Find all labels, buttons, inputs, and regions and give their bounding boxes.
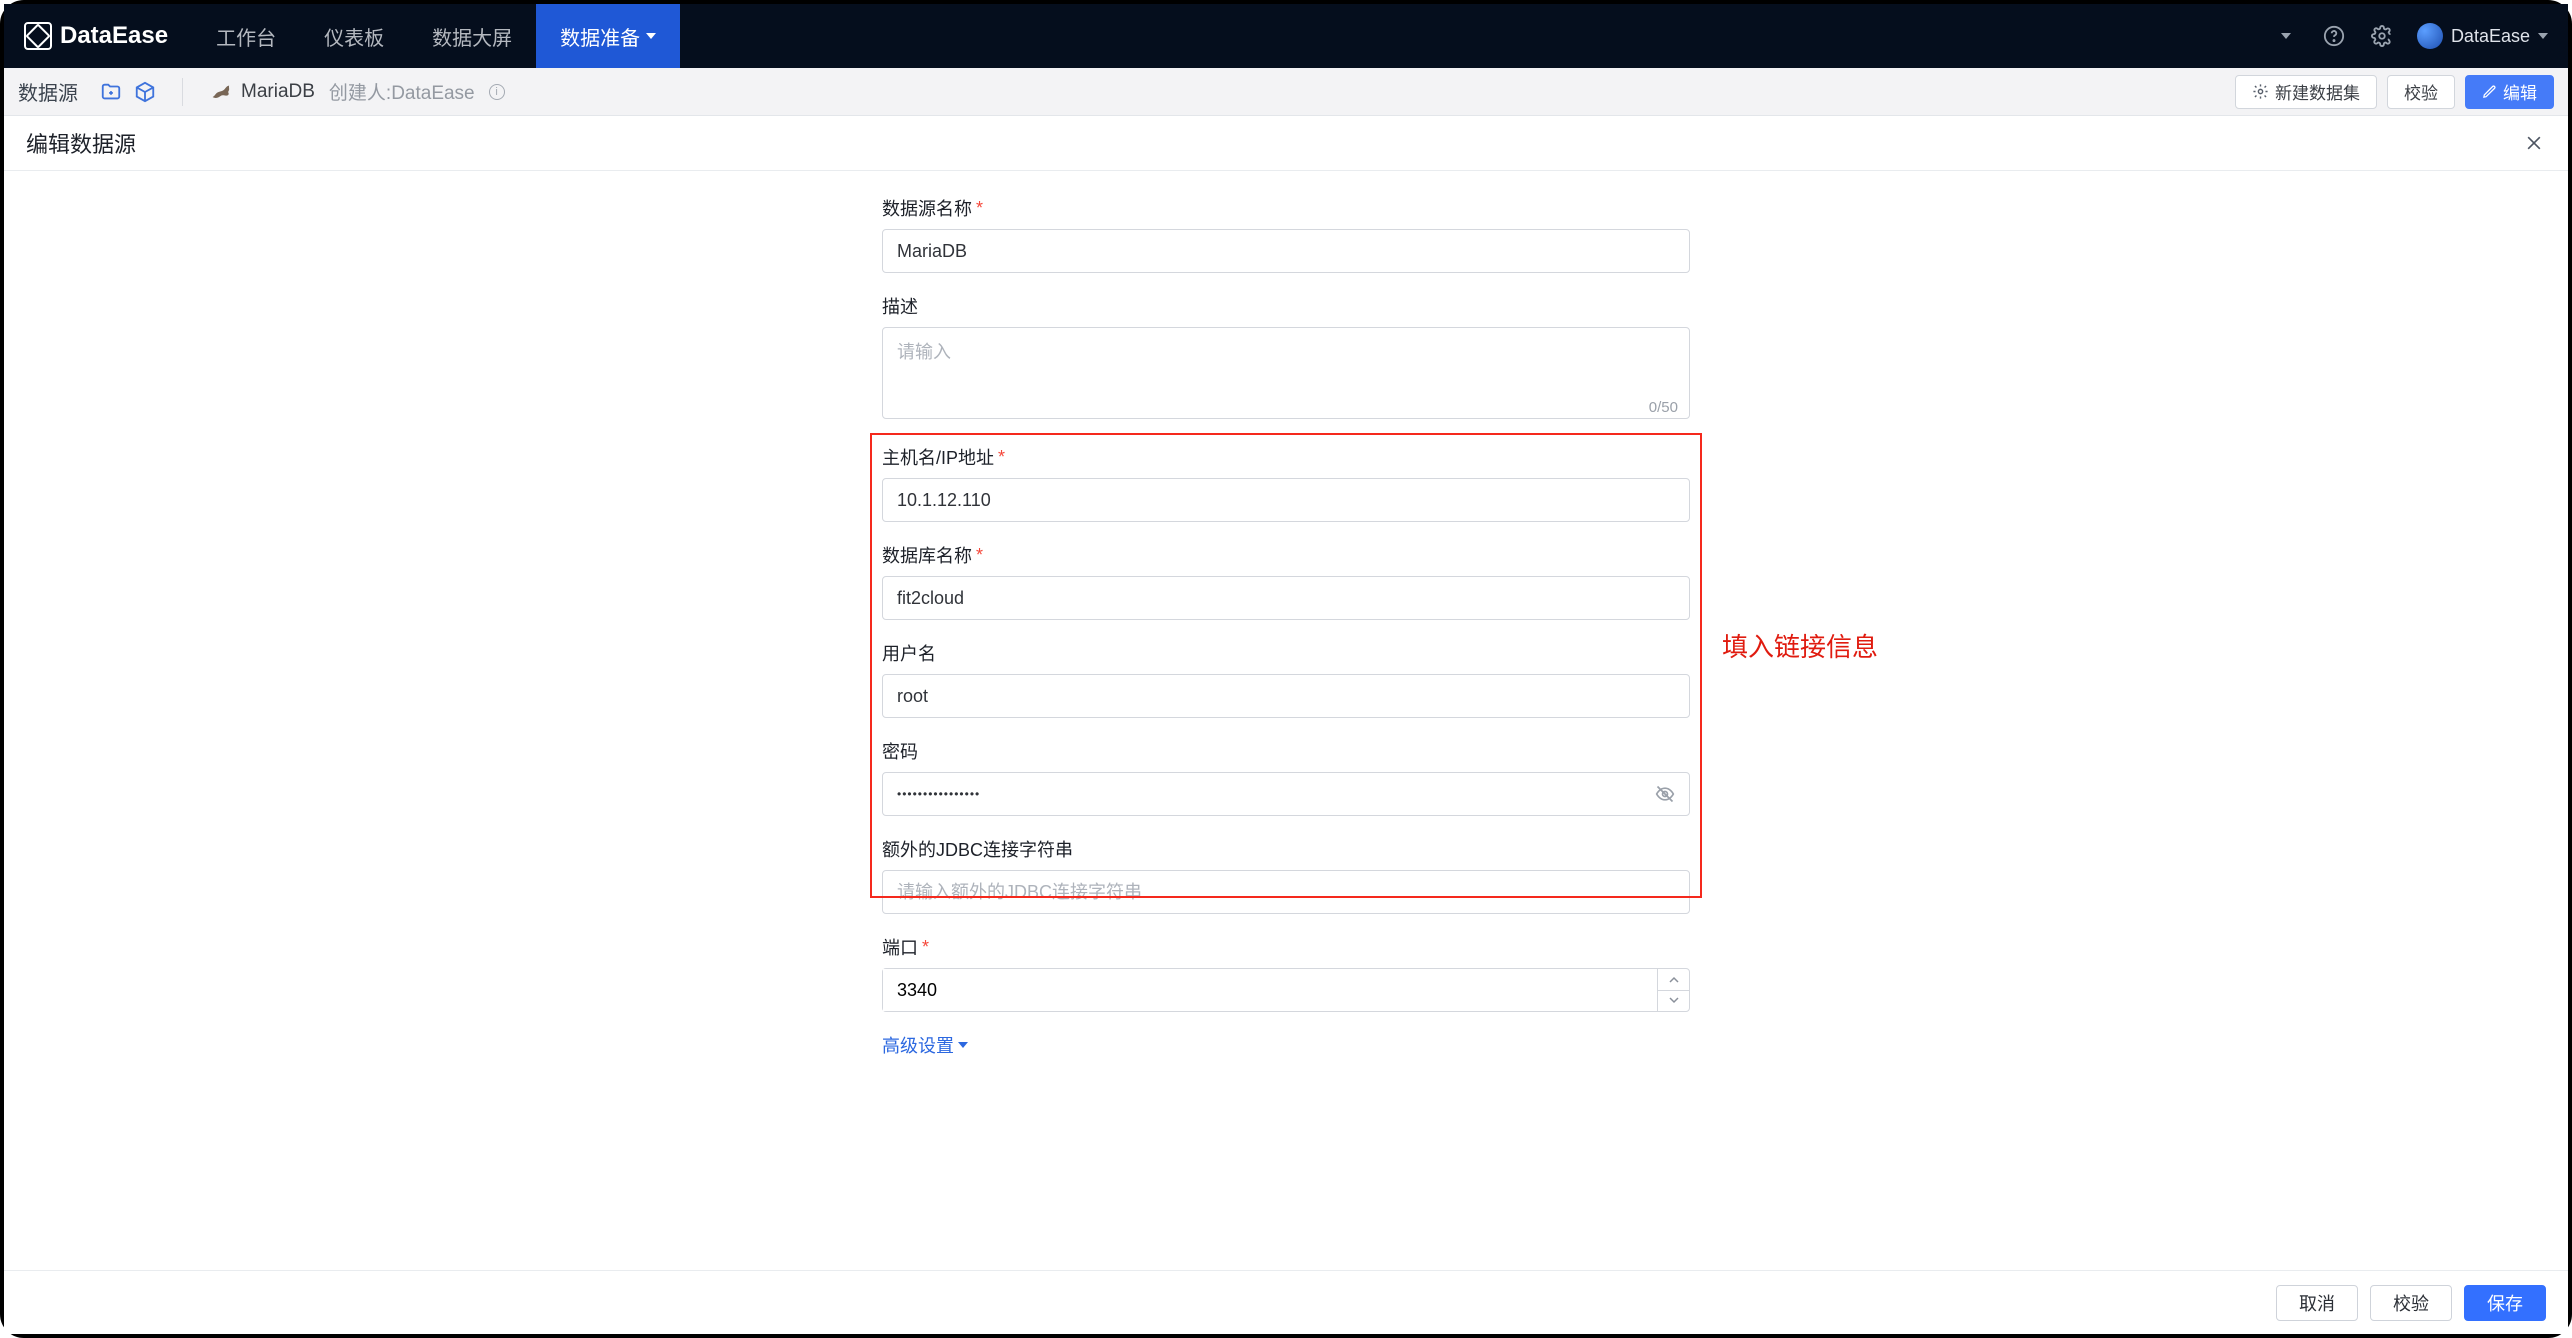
number-spinner <box>1657 969 1689 1011</box>
field-ds-name: 数据源名称* <box>882 195 1690 273</box>
mariadb-icon <box>209 81 231 103</box>
new-dataset-button[interactable]: 新建数据集 <box>2235 75 2377 109</box>
desc-textarea[interactable] <box>882 327 1690 419</box>
nav-data-prep[interactable]: 数据准备 <box>536 4 680 68</box>
help-icon <box>2323 25 2345 47</box>
required-mark: * <box>922 937 929 958</box>
form-container: 数据源名称* 描述 0/50 主机名/IP地址* 数据库名称* 用户名 密码 •… <box>882 195 1690 1058</box>
toggle-password-visibility[interactable] <box>1655 784 1675 804</box>
spinner-up[interactable] <box>1658 969 1689 991</box>
pencil-icon <box>2482 84 2497 99</box>
annotation-text: 填入链接信息 <box>1722 627 1878 664</box>
navbar-right: DataEase <box>2273 23 2548 49</box>
gear-icon <box>2371 25 2393 47</box>
close-icon <box>2524 133 2544 153</box>
sub-header: 数据源 MariaDB 创建人:DataEase i 新建数据集 校验 编辑 <box>4 68 2568 116</box>
ds-name-label: 数据源名称 <box>882 195 972 221</box>
pwd-mask: •••••••••••••••• <box>897 787 980 801</box>
required-mark: * <box>976 545 983 566</box>
edit-button-top[interactable]: 编辑 <box>2465 75 2554 109</box>
advanced-settings-link[interactable]: 高级设置 <box>882 1032 968 1058</box>
modal-header: 编辑数据源 <box>4 116 2568 171</box>
breadcrumb: MariaDB 创建人:DataEase i <box>209 78 505 105</box>
modal-footer: 取消 校验 保存 <box>4 1270 2568 1334</box>
field-username: 用户名 <box>882 640 1690 718</box>
section-title: 数据源 <box>18 77 88 106</box>
port-input[interactable] <box>883 969 1657 1011</box>
user-menu[interactable]: DataEase <box>2417 23 2548 49</box>
modal-body: 数据源名称* 描述 0/50 主机名/IP地址* 数据库名称* 用户名 密码 •… <box>4 171 2568 1270</box>
navbar-left: DataEase 工作台 仪表板 数据大屏 数据准备 <box>24 4 680 68</box>
eye-off-icon <box>1655 784 1675 804</box>
save-button[interactable]: 保存 <box>2464 1285 2546 1321</box>
logo-icon <box>24 22 52 50</box>
top-navbar: DataEase 工作台 仪表板 数据大屏 数据准备 DataEase <box>4 4 2568 68</box>
user-name: DataEase <box>2451 26 2530 47</box>
nav-dropdown-caret[interactable] <box>2273 23 2299 49</box>
field-description: 描述 0/50 <box>882 293 1690 424</box>
add-folder-button[interactable] <box>100 81 122 103</box>
cancel-button[interactable]: 取消 <box>2276 1285 2358 1321</box>
chevron-up-icon <box>1669 976 1679 983</box>
db-name-label: 数据库名称 <box>882 542 972 568</box>
nav-dashboard[interactable]: 仪表板 <box>300 4 408 68</box>
port-label: 端口 <box>882 934 918 960</box>
desc-label: 描述 <box>882 293 918 319</box>
field-password: 密码 •••••••••••••••• <box>882 738 1690 816</box>
jdbc-input[interactable] <box>882 870 1690 914</box>
field-host: 主机名/IP地址* <box>882 444 1690 522</box>
field-jdbc: 额外的JDBC连接字符串 <box>882 836 1690 914</box>
add-cube-button[interactable] <box>134 81 156 103</box>
breadcrumb-ds-name: MariaDB <box>241 81 315 103</box>
chevron-down-icon <box>2281 33 2291 39</box>
info-icon[interactable]: i <box>489 84 505 100</box>
field-port: 端口* <box>882 934 1690 1012</box>
host-label: 主机名/IP地址 <box>882 444 994 470</box>
required-mark: * <box>998 447 1005 468</box>
modal-title: 编辑数据源 <box>26 127 136 159</box>
port-input-wrap <box>882 968 1690 1012</box>
chevron-down-icon <box>646 33 656 39</box>
divider <box>182 78 183 106</box>
desc-counter: 0/50 <box>1649 399 1678 416</box>
brand-logo[interactable]: DataEase <box>24 22 168 50</box>
validate-button[interactable]: 校验 <box>2370 1285 2452 1321</box>
spinner-down[interactable] <box>1658 991 1689 1012</box>
settings-button[interactable] <box>2369 23 2395 49</box>
brand-name: DataEase <box>60 22 168 50</box>
gear-icon <box>2252 83 2269 100</box>
breadcrumb-meta: 创建人:DataEase <box>329 78 475 105</box>
jdbc-label: 额外的JDBC连接字符串 <box>882 836 1073 862</box>
pwd-label: 密码 <box>882 738 918 764</box>
host-input[interactable] <box>882 478 1690 522</box>
avatar <box>2417 23 2443 49</box>
required-mark: * <box>976 198 983 219</box>
user-input[interactable] <box>882 674 1690 718</box>
sub-header-right: 新建数据集 校验 编辑 <box>2235 75 2554 109</box>
help-button[interactable] <box>2321 23 2347 49</box>
chevron-down-icon <box>2538 33 2548 39</box>
chevron-down-icon <box>1669 997 1679 1004</box>
close-button[interactable] <box>2522 131 2546 155</box>
nav-workspace[interactable]: 工作台 <box>192 4 300 68</box>
cube-icon <box>134 81 156 103</box>
chevron-down-icon <box>958 1042 968 1048</box>
sub-header-left: 数据源 MariaDB 创建人:DataEase i <box>18 77 505 106</box>
ds-name-input[interactable] <box>882 229 1690 273</box>
folder-plus-icon <box>100 81 122 103</box>
pwd-input[interactable]: •••••••••••••••• <box>882 772 1690 816</box>
nav-datav[interactable]: 数据大屏 <box>408 4 536 68</box>
validate-button-top[interactable]: 校验 <box>2387 75 2455 109</box>
user-label: 用户名 <box>882 640 936 666</box>
db-name-input[interactable] <box>882 576 1690 620</box>
field-db-name: 数据库名称* <box>882 542 1690 620</box>
